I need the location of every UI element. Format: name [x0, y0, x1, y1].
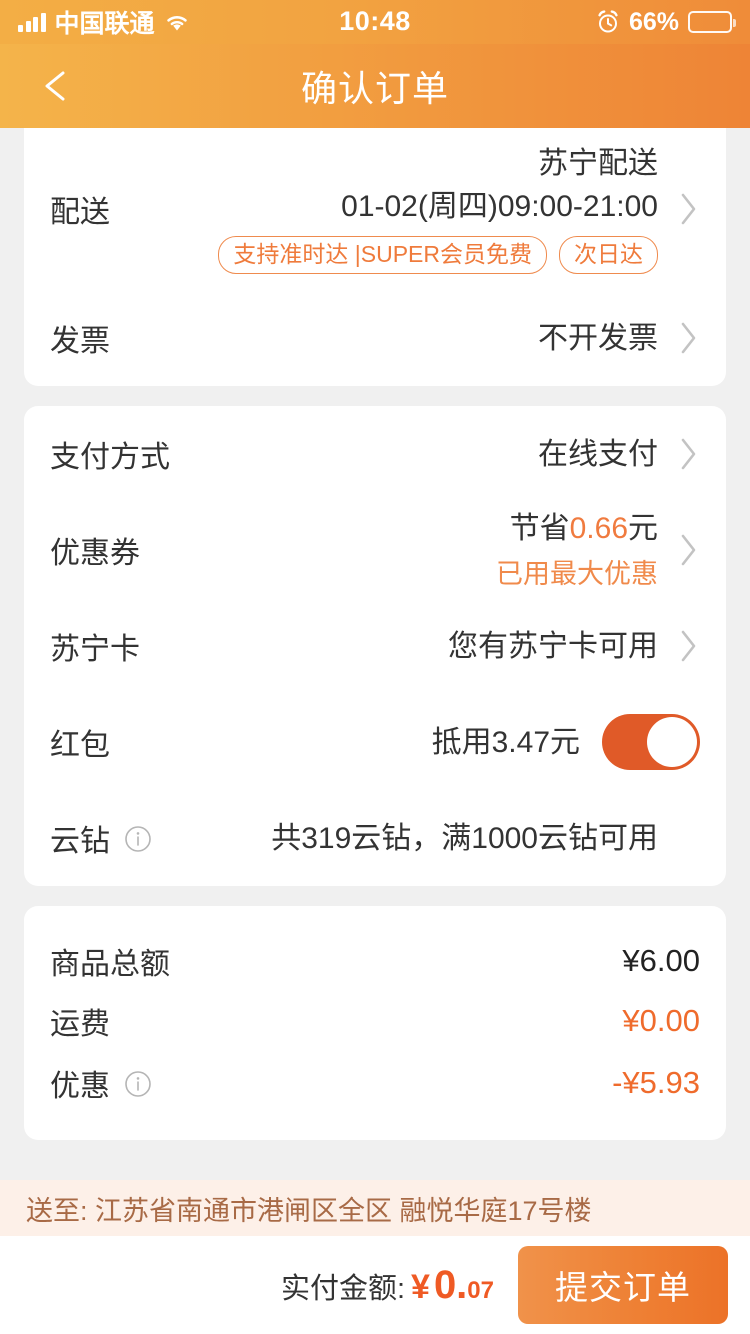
submit-order-button[interactable]: 提交订单 [518, 1246, 728, 1324]
summary-row-goods-total: 商品总额 ¥6.00 [24, 906, 726, 994]
discount-value: -¥5.93 [612, 1065, 700, 1100]
discount-info-icon[interactable] [124, 1066, 152, 1100]
shipping-fee-value: ¥0.00 [622, 1003, 700, 1038]
payment-method-label: 支付方式 [50, 441, 170, 474]
delivery-timeslot: 01-02(周四)09:00-21:00 [341, 189, 658, 223]
pay-currency-symbol: ¥ [411, 1267, 430, 1306]
suning-card-value-group: 您有苏宁卡可用 [140, 627, 658, 666]
delivery-carrier: 苏宁配送 [538, 146, 658, 180]
delivery-tags: 支持准时达 |SUPER会员免费 次日达 [218, 235, 658, 275]
summary-row-discount: 优惠 -¥5.93 [24, 1048, 726, 1140]
coupon-saving-suffix: 元 [628, 512, 658, 545]
red-packet-value-group: 抵用3.47元 [110, 723, 580, 762]
suning-card-value: 您有苏宁卡可用 [448, 629, 658, 663]
battery-icon [688, 11, 736, 33]
payment-method-chevron-icon[interactable] [658, 435, 700, 473]
row-payment-method[interactable]: 支付方式 在线支付 [24, 406, 726, 502]
toggle-knob [647, 717, 697, 767]
payment-card: 支付方式 在线支付 优惠券 节省0.66元 已用最大优惠 苏宁卡 您有苏宁卡可用… [24, 406, 726, 886]
payment-method-value-group: 在线支付 [170, 435, 658, 474]
row-coupon[interactable]: 优惠券 节省0.66元 已用最大优惠 [24, 502, 726, 598]
row-invoice[interactable]: 发票 不开发票 [24, 290, 726, 386]
discount-label-group: 优惠 [50, 1061, 152, 1105]
row-yun-diamond: 云钻 共319云钻，满1000云钻可用 [24, 790, 726, 886]
yun-diamond-value-group: 共319云钻，满1000云钻可用 [152, 819, 658, 858]
red-packet-label: 红包 [50, 729, 110, 762]
delivery-chevron-icon[interactable] [658, 190, 700, 228]
coupon-saving: 节省0.66元 [510, 509, 658, 548]
payment-method-value: 在线支付 [538, 437, 658, 471]
coupon-label: 优惠券 [50, 537, 140, 570]
yun-diamond-label-group: 云钻 [50, 816, 152, 860]
invoice-label: 发票 [50, 325, 110, 358]
invoice-value-group: 不开发票 [110, 319, 658, 358]
page-title: 确认订单 [300, 68, 449, 109]
yun-diamond-label: 云钻 [50, 825, 110, 858]
invoice-chevron-icon[interactable] [658, 319, 700, 357]
row-delivery[interactable]: 配送 苏宁配送 01-02(周四)09:00-21:00 支持准时达 |SUPE… [24, 128, 726, 290]
row-suning-card[interactable]: 苏宁卡 您有苏宁卡可用 [24, 598, 726, 694]
delivery-tag-ontime: 支持准时达 |SUPER会员免费 [218, 235, 547, 275]
delivery-value-group: 苏宁配送 01-02(周四)09:00-21:00 支持准时达 |SUPER会员… [110, 144, 658, 275]
delivery-label: 配送 [50, 196, 110, 229]
nav-header: 确认订单 [0, 44, 750, 128]
delivery-card: 配送 苏宁配送 01-02(周四)09:00-21:00 支持准时达 |SUPE… [24, 128, 726, 386]
red-packet-toggle[interactable] [602, 714, 700, 770]
goods-total-value: ¥6.00 [622, 943, 700, 978]
coupon-chevron-icon[interactable] [658, 531, 700, 569]
summary-row-shipping-fee: 运费 ¥0.00 [24, 994, 726, 1048]
invoice-value: 不开发票 [538, 321, 658, 355]
pay-amount-group: 实付金额: ¥ 0. 07 [281, 1263, 494, 1308]
coupon-saving-prefix: 节省 [509, 512, 570, 545]
delivery-tag-nextday: 次日达 [559, 235, 658, 275]
status-bar-clock: 10:48 [339, 6, 411, 36]
pay-amount-label: 实付金额: [280, 1272, 406, 1305]
pay-bar: 实付金额: ¥ 0. 07 提交订单 [0, 1236, 750, 1334]
coupon-sub-text: 已用最大优惠 [496, 559, 658, 589]
status-bar: 中国联通 10:48 66% [0, 0, 750, 44]
yun-diamond-value: 共319云钻，满1000云钻可用 [271, 821, 658, 855]
summary-card: 商品总额 ¥6.00 运费 ¥0.00 优惠 -¥5.93 [24, 906, 726, 1140]
coupon-saving-amount: 0.66 [569, 512, 628, 545]
red-packet-value: 抵用3.47元 [431, 725, 580, 759]
shipping-fee-label: 运费 [50, 1008, 110, 1041]
pay-amount-cents: 07 [467, 1276, 494, 1304]
delivery-address-strip[interactable]: 送至: 江苏省南通市港闸区全区 融悦华庭17号楼 [0, 1180, 750, 1236]
scroll-content[interactable]: 配送 苏宁配送 01-02(周四)09:00-21:00 支持准时达 |SUPE… [0, 128, 750, 1334]
suning-card-label: 苏宁卡 [50, 633, 140, 666]
info-icon[interactable] [124, 821, 152, 855]
pay-amount-yuan: 0. [433, 1262, 468, 1307]
suning-card-chevron-icon[interactable] [658, 627, 700, 665]
back-arrow-icon[interactable] [32, 60, 84, 112]
goods-total-label: 商品总额 [50, 948, 170, 981]
bottom-bar: 送至: 江苏省南通市港闸区全区 融悦华庭17号楼 实付金额: ¥ 0. 07 提… [0, 1180, 750, 1334]
row-red-packet[interactable]: 红包 抵用3.47元 [24, 694, 726, 790]
coupon-value-group: 节省0.66元 已用最大优惠 [140, 509, 658, 591]
discount-label: 优惠 [50, 1070, 110, 1103]
